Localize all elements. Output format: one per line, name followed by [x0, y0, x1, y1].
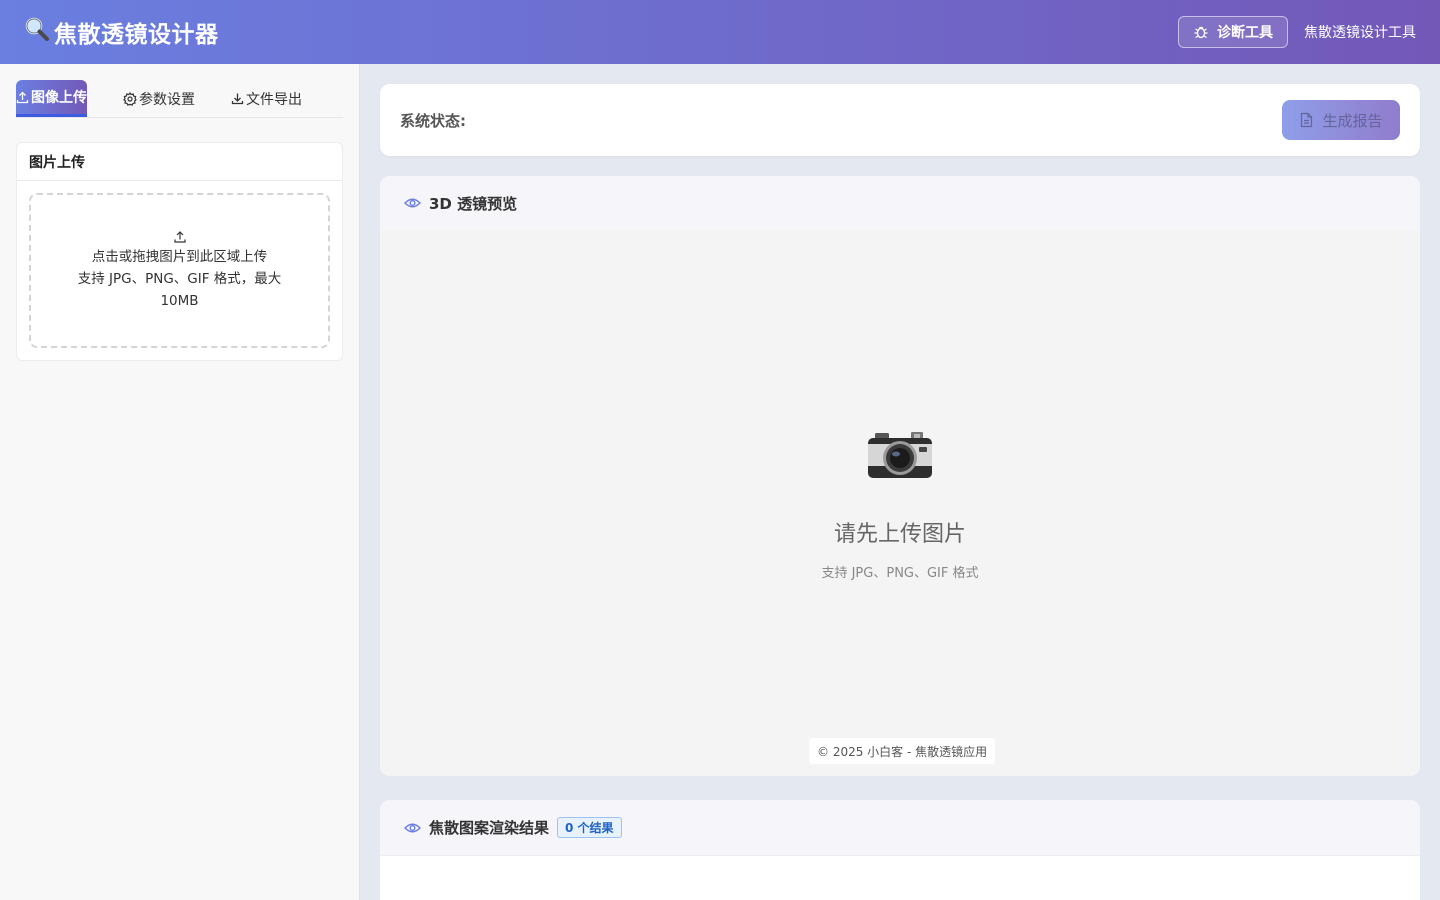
lens-preview-panel: 3D 透镜预览 请先上传图片 支持 JPG、PNG、GIF 格式 © 2025 … [380, 176, 1420, 776]
upload-card-title: 图片上传 [17, 143, 342, 181]
system-status-card: 系统状态: 生成报告 [380, 84, 1420, 156]
empty-state-title: 请先上传图片 [833, 522, 966, 547]
upload-icon [16, 91, 29, 103]
preview-viewport[interactable]: 请先上传图片 支持 JPG、PNG、GIF 格式 © 2025 小白客 - 焦散… [380, 230, 1420, 776]
app-header: 焦散透镜设计器 诊断工具 焦散透镜设计工具 [0, 0, 1440, 64]
results-header: 焦散图案渲染结果 0 个结果 [380, 800, 1420, 856]
empty-state: 请先上传图片 支持 JPG、PNG、GIF 格式 [380, 430, 1420, 581]
results-title: 焦散图案渲染结果 [429, 819, 550, 837]
tab-file-export[interactable]: 文件导出 [231, 80, 302, 117]
generate-report-button[interactable]: 生成报告 [1282, 100, 1400, 140]
upload-card: 图片上传 点击或拖拽图片到此区域上传 支持 JPG、PNG、GIF 格式，最大1… [16, 142, 343, 361]
preview-header: 3D 透镜预览 [380, 176, 1420, 230]
sidebar-tabs: 图像上传 参数设置 文件导出 [16, 80, 343, 118]
header-subtitle: 焦散透镜设计工具 [1304, 25, 1416, 41]
upload-icon [173, 230, 186, 243]
system-status-label: 系统状态: [400, 111, 466, 130]
diagnostic-tools-label: 诊断工具 [1217, 25, 1273, 41]
results-count-badge: 0 个结果 [557, 817, 622, 838]
app-title: 焦散透镜设计器 [54, 22, 219, 48]
dropzone-formats: 支持 JPG、PNG、GIF 格式，最大10MB [77, 270, 282, 309]
generate-report-label: 生成报告 [1322, 111, 1383, 130]
bug-icon [1194, 26, 1208, 39]
empty-state-subtitle: 支持 JPG、PNG、GIF 格式 [821, 566, 979, 581]
tab-image-upload[interactable]: 图像上传 [16, 80, 87, 117]
document-icon [1301, 112, 1313, 128]
copyright-label: © 2025 小白客 - 焦散透镜应用 [809, 738, 996, 764]
render-results-panel: 焦散图案渲染结果 0 个结果 [380, 800, 1420, 900]
dropzone-hint: 点击或拖拽图片到此区域上传 [91, 248, 268, 265]
brand: 焦散透镜设计器 [24, 15, 219, 49]
download-icon [231, 93, 244, 105]
camera-icon [867, 430, 933, 484]
magnifier-icon [24, 16, 50, 48]
eye-icon [404, 823, 421, 832]
diagnostic-tools-button[interactable]: 诊断工具 [1178, 16, 1288, 48]
upload-dropzone[interactable]: 点击或拖拽图片到此区域上传 支持 JPG、PNG、GIF 格式，最大10MB [29, 193, 330, 348]
eye-icon [404, 198, 421, 208]
preview-title: 3D 透镜预览 [429, 194, 518, 213]
gear-icon [123, 91, 137, 106]
sidebar: 图像上传 参数设置 文件导出 图片上传 点击或拖拽图片到此区域上传 支持 JPG… [0, 64, 360, 900]
tab-parameter-settings[interactable]: 参数设置 [123, 80, 195, 117]
tab-label: 图像上传 [31, 90, 87, 106]
tab-label: 文件导出 [246, 91, 302, 108]
tab-label: 参数设置 [139, 91, 195, 108]
